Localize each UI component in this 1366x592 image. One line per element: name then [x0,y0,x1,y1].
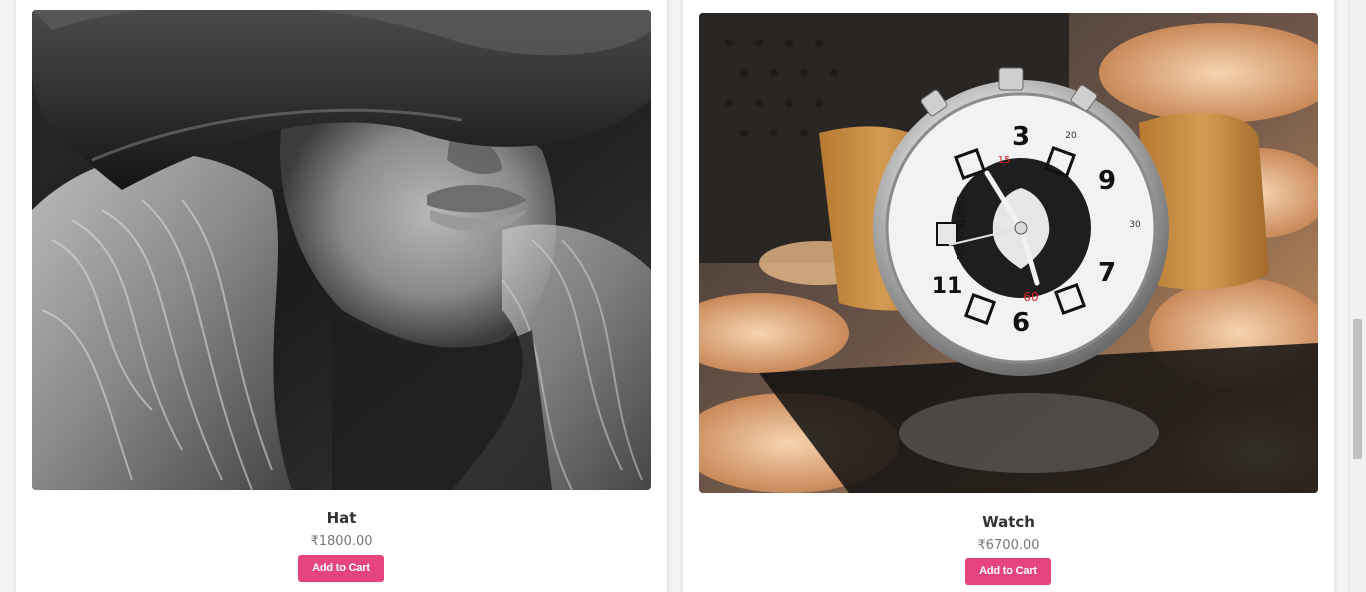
dial-numeral-3: 3 [1012,122,1030,152]
dial-mark-60: 60 [1023,290,1038,304]
page: Hat ₹1800.00 Add to Cart 3 6 7 9 11 20 3… [0,0,1366,592]
vertical-scrollbar[interactable] [1348,0,1366,592]
dial-mark-20: 20 [1065,131,1077,141]
product-card-hat: Hat ₹1800.00 Add to Cart [16,0,667,592]
add-to-cart-button[interactable]: Add to Cart [965,558,1051,585]
product-card-watch: 3 6 7 9 11 20 30 60 15 MONTBLANC Watch ₹… [683,0,1334,592]
watch-photo: 3 6 7 9 11 20 30 60 15 MONTBLANC [699,13,1318,493]
product-name: Hat [326,509,357,527]
dial-numeral-11: 11 [932,274,963,299]
product-image-hat[interactable] [32,10,651,490]
hat-photo [32,10,651,490]
product-price: ₹1800.00 [310,534,373,549]
add-to-cart-button[interactable]: Add to Cart [298,555,384,582]
dial-numeral-7: 7 [1098,258,1116,288]
product-price: ₹6700.00 [977,538,1040,553]
scrollbar-thumb[interactable] [1353,319,1362,459]
product-image-watch[interactable]: 3 6 7 9 11 20 30 60 15 MONTBLANC [699,13,1318,493]
dial-numeral-9: 9 [1098,166,1116,196]
product-name: Watch [982,513,1035,531]
dial-mark-30: 30 [1129,220,1141,230]
dial-brand: MONTBLANC [956,196,967,260]
dial-mark-15: 15 [998,155,1011,166]
dial-numeral-6: 6 [1012,308,1030,338]
